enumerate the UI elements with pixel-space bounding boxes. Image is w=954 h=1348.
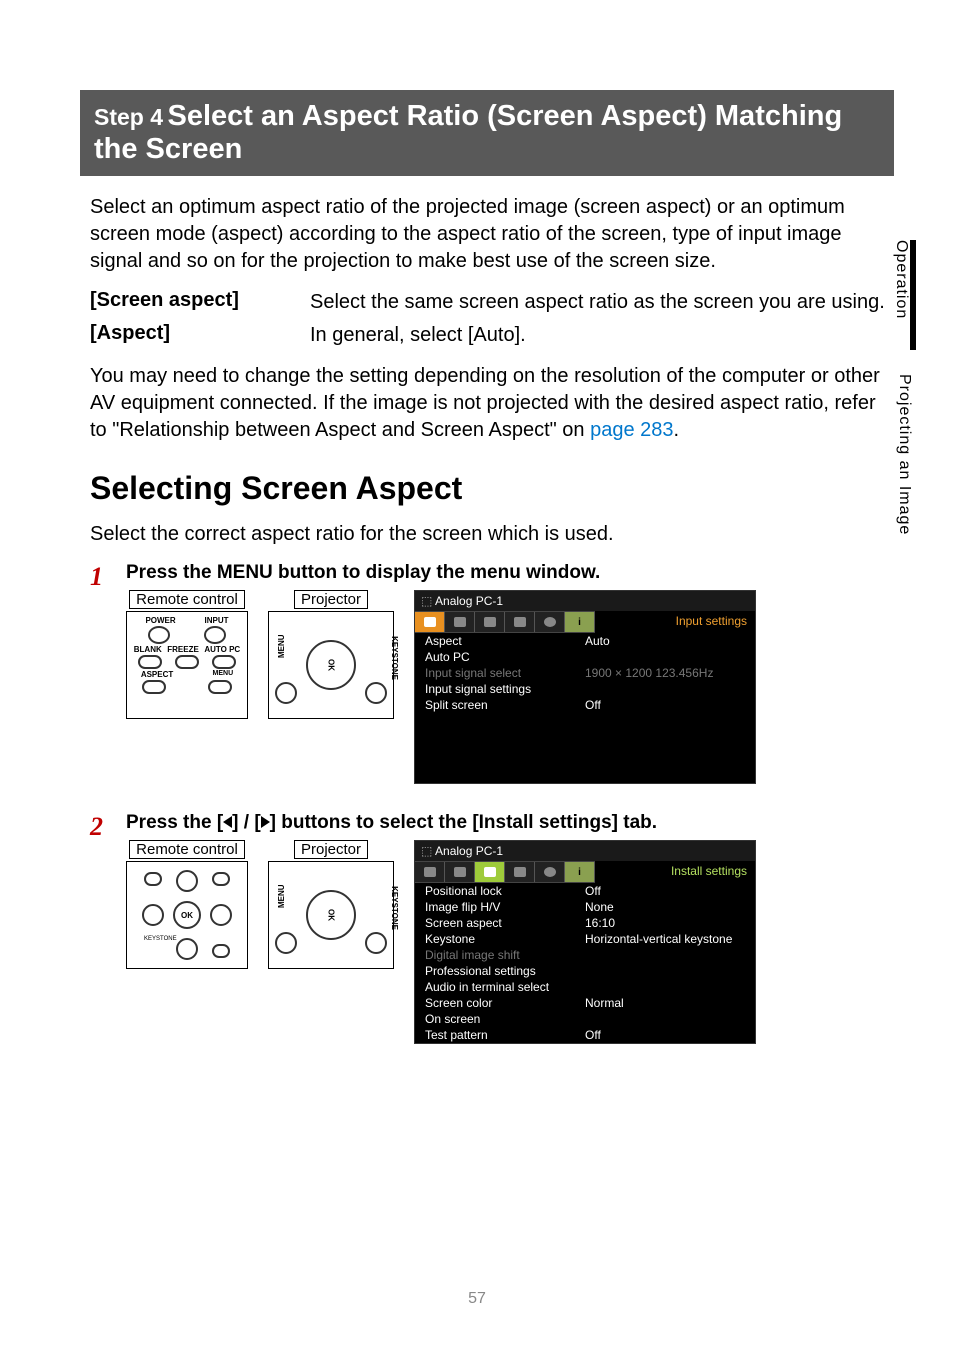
step-2: 2 Press the [] / [] buttons to select th…	[90, 812, 894, 1044]
osd-row: AspectAuto	[415, 633, 755, 649]
osd-row: Digital image shift	[415, 947, 755, 963]
step-1: 1 Press the MENU button to display the m…	[90, 562, 894, 784]
dpad-icon	[306, 890, 356, 940]
page-link[interactable]: page 283	[590, 419, 673, 441]
osd-title: ⬚ Analog PC-1	[415, 841, 755, 861]
menu-button-icon	[212, 872, 230, 886]
osd-install-settings: ⬚ Analog PC-1 i Install settings Positio…	[414, 840, 756, 1044]
osd-row: Screen aspect16:10	[415, 915, 755, 931]
osd-tab-selected	[475, 862, 505, 882]
exit-button-icon	[212, 944, 230, 958]
def-label: [Aspect]	[90, 322, 310, 349]
step-instruction: Press the MENU button to display the men…	[126, 562, 894, 584]
osd-heading: Input settings	[668, 611, 755, 633]
side-tabs: Operation Projecting an Image	[892, 240, 916, 535]
def-screen-aspect: [Screen aspect] Select the same screen a…	[90, 289, 894, 316]
step-header: Step 4 Select an Aspect Ratio (Screen As…	[80, 90, 894, 176]
osd-tab-selected	[415, 612, 445, 632]
menu-button-icon	[275, 682, 297, 704]
step-instruction: Press the [] / [] buttons to select the …	[126, 812, 894, 834]
def-value: In general, select [Auto].	[310, 322, 526, 349]
left-arrow-icon	[223, 816, 232, 828]
ok-button-icon: OK	[173, 901, 201, 929]
intro-text: Select an optimum aspect ratio of the pr…	[90, 194, 894, 275]
input-icon	[204, 626, 226, 644]
left-button-icon	[142, 904, 164, 926]
right-button-icon	[210, 904, 232, 926]
osd-row: Input signal settings	[415, 681, 755, 697]
dpad-icon	[306, 640, 356, 690]
aspect-button-icon	[144, 872, 162, 886]
up-button-icon	[176, 870, 198, 892]
osd-row: Professional settings	[415, 963, 755, 979]
remote-control-figure: POWERINPUT BLANKFREEZEAUTO PC ASPECTMENU	[126, 611, 248, 719]
menu-button-icon	[275, 932, 297, 954]
osd-heading: Install settings	[663, 861, 755, 883]
page-number: 57	[0, 1290, 954, 1308]
keystone-label: KEYSTONE	[144, 936, 166, 958]
osd-row: On screen	[415, 1011, 755, 1027]
osd-row: Input signal select1900 × 1200 123.456Hz	[415, 665, 755, 681]
def-value: Select the same screen aspect ratio as t…	[310, 289, 885, 316]
step-number: 1	[90, 562, 126, 592]
keystone-button-icon	[365, 682, 387, 704]
step-number: 2	[90, 812, 126, 842]
osd-row: Screen colorNormal	[415, 995, 755, 1011]
osd-row: KeystoneHorizontal-vertical keystone	[415, 931, 755, 947]
down-button-icon	[176, 938, 198, 960]
note-text: You may need to change the setting depen…	[90, 363, 894, 444]
figure-label-projector: Projector	[294, 840, 368, 859]
osd-row: Test patternOff	[415, 1027, 755, 1043]
step-number: Step 4	[94, 104, 163, 130]
keystone-button-icon	[365, 932, 387, 954]
projector-figure: MENU KEYSTONE	[268, 861, 394, 969]
osd-row: Positional lockOff	[415, 883, 755, 899]
figure-label-remote: Remote control	[129, 590, 245, 609]
projector-figure: MENU KEYSTONE	[268, 611, 394, 719]
section-subtext: Select the correct aspect ratio for the …	[90, 521, 894, 548]
step-title: Select an Aspect Ratio (Screen Aspect) M…	[94, 100, 842, 165]
def-label: [Screen aspect]	[90, 289, 310, 316]
osd-row: Image flip H/VNone	[415, 899, 755, 915]
osd-row: Auto PC	[415, 649, 755, 665]
remote-control-dpad-figure: OK KEYSTONE	[126, 861, 248, 969]
osd-row: Split screenOff	[415, 697, 755, 713]
section-heading: Selecting Screen Aspect	[90, 470, 894, 507]
side-tab-operation: Operation	[892, 240, 910, 362]
right-arrow-icon	[261, 816, 270, 828]
figure-label-remote: Remote control	[129, 840, 245, 859]
osd-title: ⬚ Analog PC-1	[415, 591, 755, 611]
osd-input-settings: ⬚ Analog PC-1 i Input settings AspectAut…	[414, 590, 756, 784]
power-icon	[148, 626, 170, 644]
side-tab-projecting: Projecting an Image	[895, 374, 913, 535]
figure-label-projector: Projector	[294, 590, 368, 609]
osd-row: Audio in terminal select	[415, 979, 755, 995]
def-aspect: [Aspect] In general, select [Auto].	[90, 322, 894, 349]
